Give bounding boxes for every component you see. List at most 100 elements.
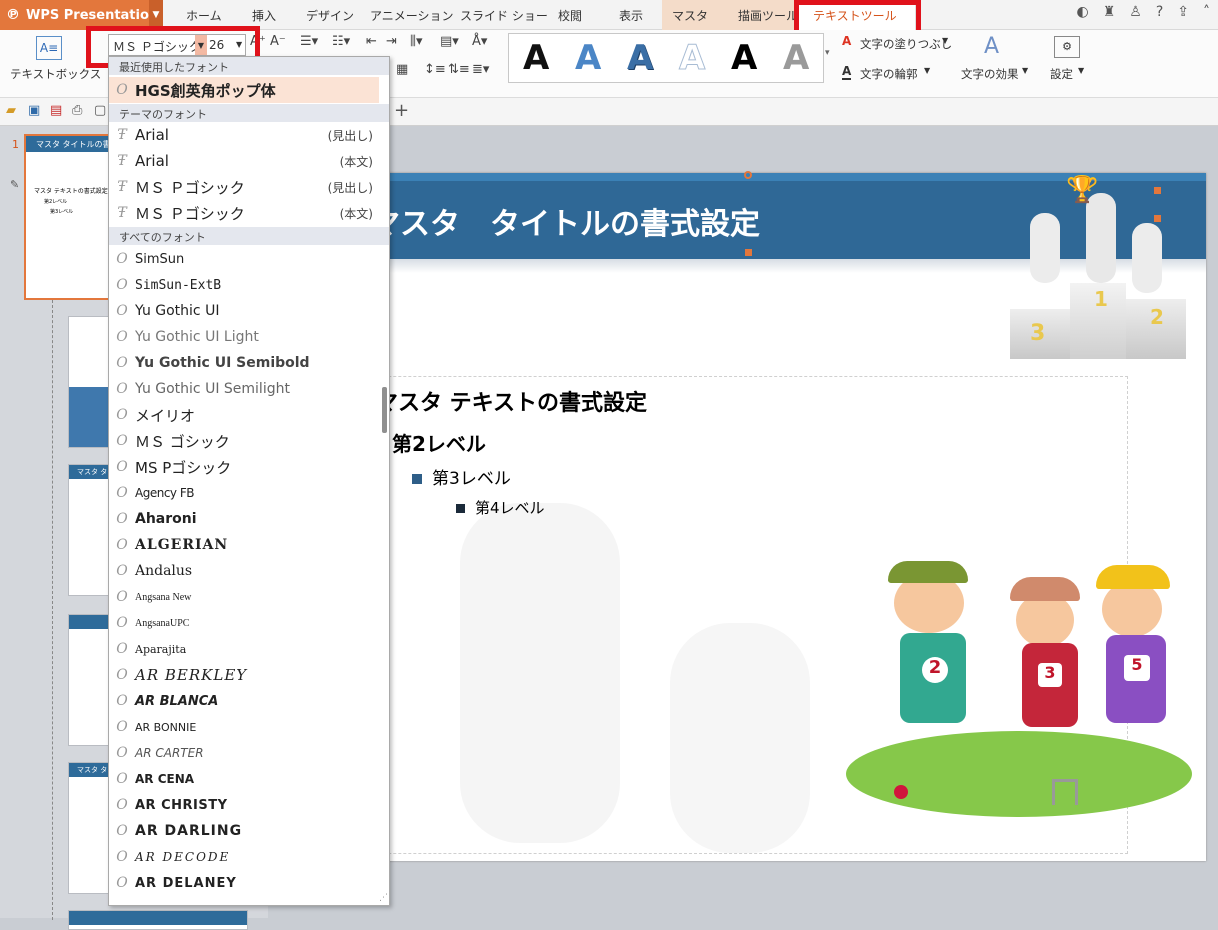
text-effect-button[interactable]: 文字の効果 (961, 66, 1019, 82)
text-fill-button[interactable]: 文字の塗りつぶし (860, 36, 952, 52)
font-size-arrow-icon[interactable]: ▼ (236, 40, 242, 49)
bullet-list-icon[interactable]: ☰▾ (300, 34, 318, 49)
font-item[interactable]: O ＭＳ ゴシック (109, 428, 379, 454)
font-item[interactable]: O Yu Gothic UI Light (109, 324, 379, 350)
gallery-more-icon[interactable]: ▾ (825, 48, 830, 58)
text-effect-icon[interactable]: A (984, 34, 999, 59)
tab-review[interactable]: 校閲 (558, 7, 582, 24)
font-item[interactable]: O AR BERKLEY (109, 662, 379, 688)
chevron-down-icon[interactable]: ▼ (1022, 66, 1028, 75)
columns-icon[interactable]: ≣▾ (472, 62, 489, 77)
pin-icon[interactable]: ✎ (10, 178, 19, 191)
font-item[interactable]: O AR DECODE (109, 844, 379, 870)
number-list-icon[interactable]: ☷▾ (332, 34, 350, 49)
style-a-white[interactable]: A (678, 38, 705, 79)
tab-animation[interactable]: アニメーション (370, 7, 454, 24)
tab-design[interactable]: デザイン (306, 7, 354, 24)
font-item[interactable]: O Yu Gothic UI Semilight (109, 376, 379, 402)
font-item[interactable]: O SimSun-ExtB (109, 272, 379, 298)
chevron-down-icon[interactable]: ▼ (942, 36, 948, 45)
textbox-button[interactable]: テキストボックス (10, 66, 101, 82)
font-item-theme[interactable]: Ŧ Arial (見出し) (109, 122, 379, 148)
font-item[interactable]: O Andalus (109, 558, 379, 584)
resize-handle[interactable] (1154, 187, 1161, 194)
font-item[interactable]: O AR CARTER (109, 740, 379, 766)
font-item[interactable]: O メイリオ (109, 402, 379, 428)
font-item[interactable]: O AR CENA (109, 766, 379, 792)
font-item[interactable]: O Aharoni (109, 506, 379, 532)
tab-home[interactable]: ホーム (186, 7, 222, 24)
chevron-down-icon[interactable]: ▼ (924, 66, 930, 75)
open-icon[interactable]: ▰ (6, 103, 16, 118)
indent-increase-icon[interactable]: ⇥ (386, 34, 397, 49)
font-item[interactable]: O MS Pゴシック (109, 454, 379, 480)
font-dropdown-arrow-icon[interactable]: ▼ (195, 35, 207, 55)
font-item[interactable]: O Yu Gothic UI Semibold (109, 350, 379, 376)
font-item[interactable]: O SimSun (109, 246, 379, 272)
tab-slideshow[interactable]: スライド ショー (460, 7, 548, 24)
paragraph-spacing-icon[interactable]: ⇅≡ (448, 62, 470, 77)
help-icon[interactable]: ? (1156, 4, 1163, 20)
dropdown-scrollbar[interactable] (382, 387, 387, 433)
font-item[interactable]: O AR BLANCA (109, 688, 379, 714)
text-level-1[interactable]: マスタ テキストの書式設定 (376, 385, 647, 417)
print-icon[interactable]: ⎙ (72, 103, 82, 118)
font-name-field[interactable]: ＭＳ Ｐゴシック ( (113, 38, 195, 55)
align-text-icon[interactable]: ▤▾ (440, 34, 459, 49)
text-outline-icon[interactable]: A (842, 64, 852, 80)
resize-grip-icon[interactable]: ⋰ (379, 893, 388, 903)
save-icon[interactable]: ▣ (28, 103, 40, 118)
font-item-recent[interactable]: O HGS創英角ポップ体 (109, 77, 379, 103)
style-a-black[interactable]: A (523, 38, 549, 78)
font-dropdown[interactable]: 最近使用したフォント O HGS創英角ポップ体 テーマのフォント Ŧ Arial (見… (108, 56, 390, 906)
style-a-outline-blue[interactable]: A (627, 38, 653, 78)
font-item[interactable]: O AR CHRISTY (109, 792, 379, 818)
line-spacing-icon[interactable]: ↕≡ (424, 62, 446, 77)
text-style-gallery[interactable]: A A A A A A (508, 33, 824, 83)
chevron-down-icon[interactable]: ▼ (1078, 66, 1084, 75)
font-item[interactable]: O AR DELANEY (109, 870, 379, 896)
font-item[interactable]: O Aparajita (109, 636, 379, 662)
font-item[interactable]: O Agency FB (109, 480, 379, 506)
skin-icon[interactable]: ♜ (1103, 4, 1116, 20)
font-shrink-icon[interactable]: A⁻ (270, 34, 286, 49)
font-item[interactable]: O AR BONNIE (109, 714, 379, 740)
slide-canvas[interactable]: マスタ タイトルの書式設定 1 2 3 🏆 マスタ テキストの書式設定 第2レベ… (268, 171, 1206, 861)
tab-text-tools[interactable]: テキストツール (798, 0, 916, 30)
style-a-gray[interactable]: A (783, 38, 809, 78)
text-fill-icon[interactable]: A (842, 34, 851, 48)
app-menu-button[interactable]: ℗ WPS Presentation ▼ (0, 0, 163, 30)
style-a-blue[interactable]: A (575, 38, 601, 78)
font-size-field[interactable]: 26 (209, 38, 224, 52)
user-icon[interactable]: ♙ (1129, 4, 1142, 20)
text-direction-icon[interactable]: ⫼▾ (410, 34, 423, 49)
font-item[interactable]: O ALGERIAN (109, 532, 379, 558)
settings-button[interactable]: 設定 (1050, 66, 1073, 82)
slide-title[interactable]: マスタ タイトルの書式設定 (370, 199, 760, 243)
chevron-down-icon[interactable]: ▼ (149, 0, 163, 30)
slide-thumbnail-6[interactable] (68, 910, 248, 930)
font-item[interactable]: O AngsanaUPC (109, 610, 379, 636)
tab-drawing-tools[interactable]: 描画ツール (728, 0, 798, 30)
new-tab-icon[interactable]: + (394, 100, 409, 121)
resize-handle[interactable] (745, 249, 752, 256)
upload-icon[interactable]: ⇪ (1177, 4, 1189, 20)
text-level-2[interactable]: 第2レベル (392, 428, 486, 457)
tab-insert[interactable]: 挿入 (252, 7, 276, 24)
font-item-theme[interactable]: Ŧ Arial (本文) (109, 148, 379, 174)
text-level-3[interactable]: 第3レベル (412, 464, 511, 489)
pdf-icon[interactable]: ▤ (50, 103, 62, 118)
font-item-theme[interactable]: Ŧ ＭＳ Ｐゴシック (本文) (109, 200, 379, 226)
settings-icon[interactable]: ⚙ (1054, 36, 1080, 58)
indent-decrease-icon[interactable]: ⇤ (366, 34, 377, 49)
rotate-handle[interactable] (744, 171, 752, 179)
font-item-theme[interactable]: Ŧ ＭＳ Ｐゴシック (見出し) (109, 174, 379, 200)
font-item[interactable]: O AR DARLING (109, 818, 379, 844)
textbox-icon[interactable]: A≡ (36, 36, 62, 60)
text-outline-button[interactable]: 文字の輪郭 (860, 66, 918, 82)
align-justify-icon[interactable]: ▦ (396, 62, 408, 77)
text-shape-icon[interactable]: Å▾ (472, 34, 487, 49)
account-icon[interactable]: ◐ (1076, 4, 1088, 20)
font-name-size-box[interactable]: ＭＳ Ｐゴシック ( ▼ 26 ▼ (108, 34, 246, 56)
font-item[interactable]: O Yu Gothic UI (109, 298, 379, 324)
